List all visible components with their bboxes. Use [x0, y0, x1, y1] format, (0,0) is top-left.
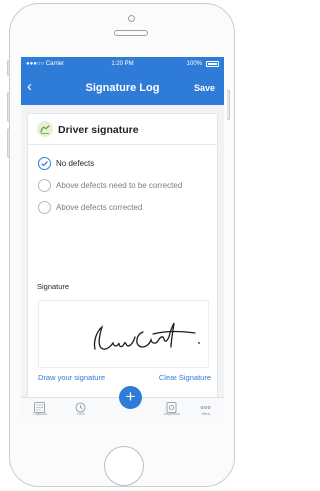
radio-unchecked-icon[interactable] [38, 179, 51, 192]
tab-label: Menu [201, 412, 211, 416]
tab-hos[interactable]: HOS [66, 398, 96, 417]
inspection-icon [165, 400, 178, 413]
menu-icon [199, 400, 212, 411]
tab-label: Logbook [33, 412, 47, 416]
tab-label: Inspection [164, 412, 180, 416]
battery-icon [206, 61, 219, 67]
add-button[interactable]: + [119, 386, 142, 409]
home-button [104, 446, 144, 486]
draw-signature-link[interactable]: Draw your signature [38, 373, 105, 382]
signature-card: Driver signature No defects Above defect… [27, 113, 218, 399]
camera-icon [128, 15, 135, 22]
tab-bar: Logbook HOS + Inspection Menu [21, 386, 224, 417]
speaker-grille [114, 30, 148, 36]
save-button[interactable]: Save [194, 83, 215, 93]
option-label: Above defects corrected [56, 203, 143, 212]
radio-checked-icon[interactable] [38, 157, 51, 170]
battery-percent: 100% [186, 61, 202, 67]
handwritten-signature [93, 322, 200, 350]
nav-bar: ‹ Signature Log Save [21, 71, 224, 105]
power-button [227, 90, 230, 120]
card-header: Driver signature [28, 114, 217, 145]
hos-icon [74, 400, 87, 413]
tab-label: HOS [77, 412, 85, 416]
option-label: Above defects need to be corrected [56, 181, 183, 190]
status-bar: ●●●○○ Carrier 1:20 PM 100% [21, 57, 224, 71]
option-label: No defects [56, 159, 95, 168]
section-title: Driver signature [58, 124, 139, 136]
tab-inspection[interactable]: Inspection [157, 398, 187, 417]
tab-menu[interactable]: Menu [191, 398, 221, 417]
clear-signature-link[interactable]: Clear Signature [159, 373, 211, 382]
app-screen: ●●●○○ Carrier 1:20 PM 100% ‹ Signature L… [21, 57, 224, 417]
tab-logbook[interactable]: Logbook [25, 398, 55, 417]
radio-unchecked-icon[interactable] [38, 201, 51, 214]
signature-icon [37, 121, 53, 137]
signature-label: Signature [37, 282, 70, 291]
signature-pad[interactable] [38, 300, 209, 368]
logbook-icon [33, 400, 46, 413]
